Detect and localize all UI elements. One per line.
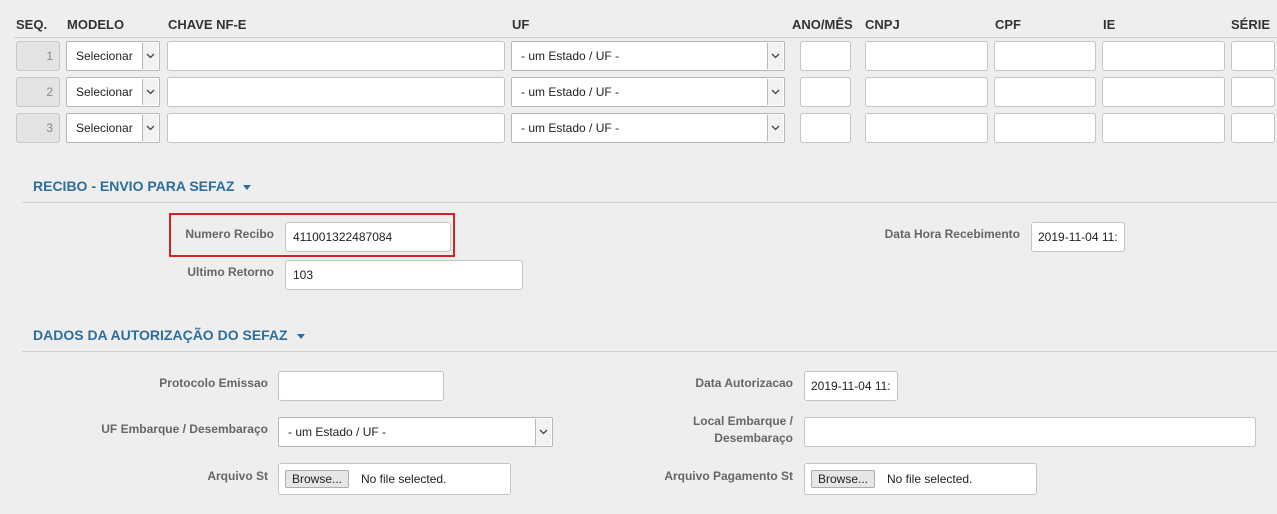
chave-nfe-input[interactable] <box>167 41 505 71</box>
local-embarque-label-line2: Desembaraço <box>714 431 793 445</box>
local-embarque-label-line1: Local Embarque / <box>692 414 793 428</box>
uf-select-value: - um Estado / UF - <box>521 49 620 63</box>
chevron-down-icon <box>142 43 158 69</box>
data-hora-recebimento-input[interactable]: 2019-11-04 11: <box>1031 222 1125 252</box>
col-header-ie: IE <box>1103 17 1116 32</box>
seq-field: 3 <box>16 113 60 143</box>
numero-recibo-label: Numero Recibo <box>185 227 274 241</box>
uf-select[interactable]: - um Estado / UF - <box>511 77 785 107</box>
ie-input[interactable] <box>1102 113 1225 143</box>
cnpj-input[interactable] <box>865 41 988 71</box>
anomes-input[interactable] <box>800 77 851 107</box>
cpf-input[interactable] <box>994 113 1096 143</box>
data-autorizacao-label: Data Autorizacao <box>695 376 793 390</box>
uf-select[interactable]: - um Estado / UF - <box>511 113 785 143</box>
chevron-down-icon <box>535 419 551 445</box>
chave-nfe-input[interactable] <box>167 77 505 107</box>
file-status-text: No file selected. <box>887 472 973 486</box>
local-embarque-input[interactable] <box>804 417 1256 447</box>
caret-down-icon <box>243 184 252 190</box>
uf-select-value: - um Estado / UF - <box>521 85 620 99</box>
uf-embarque-label: UF Embarque / Desembaraço <box>101 422 268 436</box>
caret-down-icon <box>296 333 305 339</box>
chave-nfe-input[interactable] <box>167 113 505 143</box>
modelo-select[interactable]: Selecionar <box>66 77 160 107</box>
chevron-down-icon <box>767 43 783 69</box>
anomes-input[interactable] <box>800 113 851 143</box>
cpf-input[interactable] <box>994 41 1096 71</box>
serie-input[interactable] <box>1231 77 1275 107</box>
chevron-down-icon <box>767 115 783 141</box>
col-header-anomes: ANO/MÊS <box>792 17 853 32</box>
col-header-serie: SÉRIE <box>1231 17 1271 32</box>
modelo-select[interactable]: Selecionar <box>66 41 160 71</box>
ultimo-retorno-input[interactable]: 103 <box>285 260 523 290</box>
chevron-down-icon <box>142 79 158 105</box>
col-header-chave: CHAVE NF-E <box>168 17 247 32</box>
col-header-uf: UF <box>512 17 530 32</box>
uf-embarque-select[interactable]: - um Estado / UF - <box>278 417 553 447</box>
chevron-down-icon <box>767 79 783 105</box>
section-title-autorizacao: DADOS DA AUTORIZAÇÃO DO SEFAZ <box>33 327 288 343</box>
data-autorizacao-input[interactable]: 2019-11-04 11: <box>804 371 898 401</box>
arquivo-pagamento-st-file-input[interactable]: Browse... No file selected. <box>804 463 1037 495</box>
local-embarque-label: Local Embarque / Desembaraço <box>600 413 793 447</box>
cnpj-input[interactable] <box>865 113 988 143</box>
section-divider <box>22 202 1277 203</box>
modelo-select-value: Selecionar <box>76 49 133 63</box>
col-header-cpf: CPF <box>995 17 1021 32</box>
protocolo-emissao-label: Protocolo Emissao <box>159 376 268 390</box>
browse-button[interactable]: Browse... <box>811 470 876 488</box>
ie-input[interactable] <box>1102 77 1225 107</box>
chevron-down-icon <box>142 115 158 141</box>
uf-select[interactable]: - um Estado / UF - <box>511 41 785 71</box>
col-header-cnpj: CNPJ <box>865 17 900 32</box>
browse-button[interactable]: Browse... <box>285 470 350 488</box>
section-title-recibo: RECIBO - ENVIO PARA SEFAZ <box>33 178 235 194</box>
cnpj-input[interactable] <box>865 77 988 107</box>
data-hora-recebimento-label: Data Hora Recebimento <box>884 227 1020 241</box>
modelo-select[interactable]: Selecionar <box>66 113 160 143</box>
cpf-input[interactable] <box>994 77 1096 107</box>
col-header-modelo: MODELO <box>67 17 125 32</box>
section-divider <box>22 351 1277 352</box>
modelo-select-value: Selecionar <box>76 85 133 99</box>
section-toggle-recibo[interactable]: RECIBO - ENVIO PARA SEFAZ <box>33 178 252 194</box>
seq-field: 1 <box>16 41 60 71</box>
modelo-select-value: Selecionar <box>76 121 133 135</box>
section-toggle-autorizacao[interactable]: DADOS DA AUTORIZAÇÃO DO SEFAZ <box>33 327 305 343</box>
arquivo-st-label: Arquivo St <box>207 469 268 483</box>
serie-input[interactable] <box>1231 113 1275 143</box>
file-status-text: No file selected. <box>361 472 447 486</box>
arquivo-st-file-input[interactable]: Browse... No file selected. <box>278 463 511 495</box>
header-divider <box>14 37 1277 38</box>
anomes-input[interactable] <box>800 41 851 71</box>
ie-input[interactable] <box>1102 41 1225 71</box>
numero-recibo-input[interactable]: 411001322487084 <box>285 222 451 252</box>
arquivo-pagamento-st-label: Arquivo Pagamento St <box>664 469 793 483</box>
uf-embarque-select-value: - um Estado / UF - <box>288 425 387 439</box>
uf-select-value: - um Estado / UF - <box>521 121 620 135</box>
ultimo-retorno-label: Ultimo Retorno <box>187 265 274 279</box>
protocolo-emissao-input[interactable] <box>278 371 444 401</box>
seq-field: 2 <box>16 77 60 107</box>
serie-input[interactable] <box>1231 41 1275 71</box>
col-header-seq: SEQ. <box>16 17 48 32</box>
